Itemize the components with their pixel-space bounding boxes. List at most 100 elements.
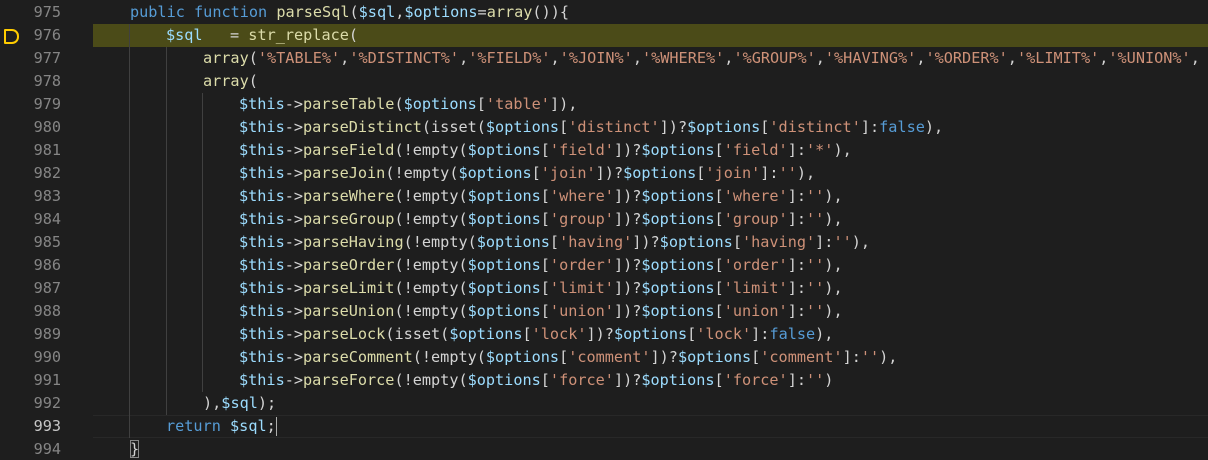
code-text[interactable]: $this->parseDistinct(isset($options['dis… xyxy=(239,116,943,139)
code-token: ()){ xyxy=(532,3,569,21)
code-line-979[interactable]: 979 $this->parseTable($options['table']), xyxy=(0,93,1208,116)
code-line-976[interactable]: 976 $sql = str_replace( xyxy=(0,24,1208,47)
indent-guide xyxy=(166,208,167,231)
code-line-994[interactable]: 994} xyxy=(0,438,1208,460)
line-number[interactable]: 977 xyxy=(0,47,61,70)
code-token: -> xyxy=(284,164,304,182)
code-text[interactable]: $this->parseJoin(!empty($options['join']… xyxy=(239,162,815,185)
code-text[interactable]: } xyxy=(130,438,140,460)
code-line-983[interactable]: 983 $this->parseWhere(!empty($options['wh… xyxy=(0,185,1208,208)
code-token: $this xyxy=(239,371,285,389)
line-number[interactable]: 987 xyxy=(0,277,61,300)
code-line-982[interactable]: 982 $this->parseJoin(!empty($options['joi… xyxy=(0,162,1208,185)
code-editor[interactable]: 975 public function parseSql($sql,$option… xyxy=(0,0,1208,460)
code-line-975[interactable]: 975 public function parseSql($sql,$option… xyxy=(0,1,1208,24)
line-number[interactable]: 990 xyxy=(0,346,61,369)
line-number[interactable]: 978 xyxy=(0,70,61,93)
code-token: $options xyxy=(687,118,761,136)
code-token: $options xyxy=(641,187,715,205)
code-line-977[interactable]: 977 array('%TABLE%','%DISTINCT%','%FIELD%… xyxy=(0,47,1208,70)
line-number[interactable]: 983 xyxy=(0,185,61,208)
indent-guide xyxy=(129,323,130,346)
line-number[interactable]: 976 xyxy=(0,24,61,47)
code-text[interactable]: return $sql; xyxy=(166,415,277,438)
indent-guide xyxy=(129,392,130,415)
code-line-985[interactable]: 985 $this->parseHaving(!empty($options['h… xyxy=(0,231,1208,254)
code-token: $options xyxy=(623,164,697,182)
code-token: function xyxy=(194,3,268,21)
line-number[interactable]: 994 xyxy=(0,438,61,460)
code-text[interactable]: $this->parseForce(!empty($options['force… xyxy=(239,369,833,392)
indent-guide xyxy=(166,254,167,277)
code-text[interactable]: $this->parseComment(!empty($options['com… xyxy=(239,346,897,369)
code-text[interactable]: ),$sql); xyxy=(203,392,276,415)
code-text[interactable]: $this->parseOrder(!empty($options['order… xyxy=(239,254,843,277)
code-token: ]: xyxy=(787,302,806,320)
code-token: -> xyxy=(284,371,304,389)
code-text[interactable]: $this->parseLock(isset($options['lock'])… xyxy=(239,323,833,346)
code-line-981[interactable]: 981 $this->parseField(!empty($options['fi… xyxy=(0,139,1208,162)
code-line-986[interactable]: 986 $this->parseOrder(!empty($options['or… xyxy=(0,254,1208,277)
code-text[interactable]: public function parseSql($sql,$options=a… xyxy=(130,1,569,24)
code-text[interactable]: $sql = str_replace( xyxy=(166,24,358,47)
code-line-978[interactable]: 978 array( xyxy=(0,70,1208,93)
code-token: $this xyxy=(239,348,285,366)
code-token: (isset( xyxy=(385,325,450,343)
code-token: (!empty( xyxy=(394,302,468,320)
line-number[interactable]: 988 xyxy=(0,300,61,323)
code-token: parseTable xyxy=(303,95,395,113)
line-number[interactable]: 979 xyxy=(0,93,61,116)
code-token: ])? xyxy=(613,279,642,297)
line-number[interactable]: 993 xyxy=(0,415,61,438)
line-number[interactable]: 992 xyxy=(0,392,61,415)
code-text[interactable]: array('%TABLE%','%DISTINCT%','%FIELD%','… xyxy=(203,47,1200,70)
code-token: $this xyxy=(239,256,285,274)
line-number[interactable]: 982 xyxy=(0,162,61,185)
code-line-980[interactable]: 980 $this->parseDistinct(isset($options['… xyxy=(0,116,1208,139)
code-token: $options xyxy=(641,371,715,389)
code-token: 'union' xyxy=(549,302,614,320)
line-number[interactable]: 991 xyxy=(0,369,61,392)
code-token: parseLock xyxy=(303,325,386,343)
code-token: array xyxy=(203,49,249,67)
code-token: ) xyxy=(824,371,834,389)
code-token: $sql xyxy=(166,26,203,44)
code-line-992[interactable]: 992 ),$sql); xyxy=(0,392,1208,415)
code-token: ), xyxy=(796,164,816,182)
code-line-991[interactable]: 991 $this->parseForce(!empty($options['fo… xyxy=(0,369,1208,392)
code-token: '%TABLE%' xyxy=(257,49,341,67)
code-token: array xyxy=(203,72,249,90)
code-line-987[interactable]: 987 $this->parseLimit(!empty($options['li… xyxy=(0,277,1208,300)
line-number[interactable]: 985 xyxy=(0,231,61,254)
line-number[interactable]: 984 xyxy=(0,208,61,231)
code-text[interactable]: $this->parseGroup(!empty($options['group… xyxy=(239,208,843,231)
code-text[interactable]: $this->parseField(!empty($options['field… xyxy=(239,139,852,162)
code-text[interactable]: $this->parseUnion(!empty($options['union… xyxy=(239,300,843,323)
line-number[interactable]: 989 xyxy=(0,323,61,346)
code-text[interactable]: $this->parseLimit(!empty($options['limit… xyxy=(239,277,843,300)
code-line-993[interactable]: 993 return $sql; xyxy=(0,415,1208,438)
code-line-990[interactable]: 990 $this->parseComment(!empty($options['… xyxy=(0,346,1208,369)
code-line-988[interactable]: 988 $this->parseUnion(!empty($options['un… xyxy=(0,300,1208,323)
code-line-989[interactable]: 989 $this->parseLock(isset($options['lock… xyxy=(0,323,1208,346)
code-line-984[interactable]: 984 $this->parseGroup(!empty($options['gr… xyxy=(0,208,1208,231)
line-number[interactable]: 986 xyxy=(0,254,61,277)
code-token: 'field' xyxy=(549,141,614,159)
code-text[interactable]: $this->parseWhere(!empty($options['where… xyxy=(239,185,843,208)
code-token: '%ORDER%' xyxy=(925,49,1008,67)
code-text[interactable]: array( xyxy=(203,70,258,93)
code-token: parseJoin xyxy=(303,164,386,182)
code-token: , xyxy=(1190,49,1200,67)
code-token: ); xyxy=(257,394,277,412)
line-number[interactable]: 975 xyxy=(0,1,61,24)
line-number[interactable]: 981 xyxy=(0,139,61,162)
code-token: [ xyxy=(540,187,550,205)
indent-guide xyxy=(129,369,130,392)
line-number[interactable]: 980 xyxy=(0,116,61,139)
code-text[interactable]: $this->parseTable($options['table']), xyxy=(239,93,577,116)
code-token: [ xyxy=(714,371,724,389)
code-text[interactable]: $this->parseHaving(!empty($options['havi… xyxy=(239,231,870,254)
code-token: ])? xyxy=(586,325,614,343)
code-token: false xyxy=(769,325,816,343)
code-token: (!empty( xyxy=(394,141,468,159)
